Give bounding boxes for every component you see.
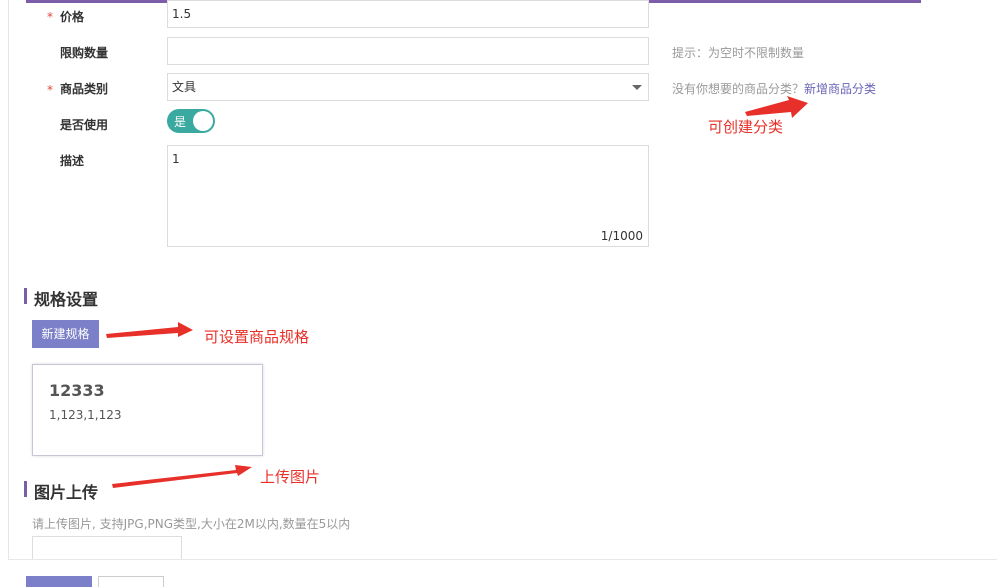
limit-input[interactable] [167, 37, 649, 65]
category-hint-text: 没有你想要的商品分类？ [672, 82, 805, 96]
spec-card-name: 12333 [49, 381, 105, 400]
footer-primary-button[interactable] [26, 576, 92, 587]
price-input[interactable]: 1.5 [167, 0, 649, 28]
spec-section-title-text: 规格设置 [34, 290, 99, 309]
annotation-create-category: 可创建分类 [708, 118, 784, 136]
description-label: 描述 [60, 154, 85, 168]
category-label: 商品类别 [60, 82, 109, 96]
enabled-switch-text: 是 [174, 115, 187, 129]
image-section-title-text: 图片上传 [34, 483, 99, 502]
upload-hint: 请上传图片, 支持JPG,PNG类型,大小在2M以内,数量在5以内 [32, 517, 351, 531]
spec-card[interactable]: 12333 1,123,1,123 [32, 364, 263, 456]
enabled-switch[interactable]: 是 [167, 109, 215, 133]
arrow-upload [112, 465, 252, 488]
enabled-label: 是否使用 [60, 118, 109, 132]
limit-label: 限购数量 [60, 46, 109, 60]
new-spec-button[interactable]: 新建规格 [32, 320, 99, 348]
annotation-set-spec: 可设置商品规格 [204, 328, 310, 346]
description-textarea[interactable]: 1 1/1000 [167, 145, 649, 247]
section-marker [24, 288, 27, 304]
content-left-border [8, 0, 9, 560]
arrow-category [745, 96, 808, 118]
category-hint: 没有你想要的商品分类？新增商品分类 [672, 80, 876, 97]
category-required-mark: * [47, 83, 53, 97]
footer-bar [8, 559, 997, 587]
footer-secondary-button[interactable] [98, 576, 164, 587]
category-select-value: 文具 [172, 80, 197, 94]
price-label: 价格 [60, 10, 85, 24]
limit-hint: 提示：为空时不限制数量 [672, 46, 805, 60]
category-select[interactable]: 文具 [167, 73, 649, 101]
arrow-spec [106, 322, 193, 338]
annotation-upload-image: 上传图片 [260, 468, 321, 486]
add-category-link[interactable]: 新增商品分类 [804, 82, 876, 96]
image-section-title: 图片上传 [24, 479, 98, 503]
spec-card-values: 1,123,1,123 [49, 408, 122, 422]
spec-section-title: 规格设置 [24, 286, 98, 310]
section-marker [24, 481, 27, 497]
description-value: 1 [172, 152, 180, 166]
chevron-down-icon [632, 85, 642, 90]
switch-knob [193, 111, 213, 131]
price-required-mark: * [47, 10, 53, 24]
description-counter: 1/1000 [600, 229, 643, 243]
